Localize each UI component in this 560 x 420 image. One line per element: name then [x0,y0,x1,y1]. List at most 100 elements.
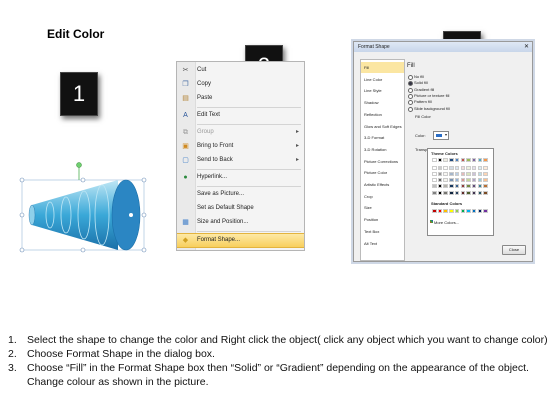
menu-item-paste[interactable]: ▤ Paste [177,92,304,105]
theme-color-swatch[interactable] [449,178,454,183]
standard-color-swatch[interactable] [454,209,460,213]
nav-item-text-box[interactable]: Text Box [361,226,404,237]
theme-color-swatch[interactable] [483,171,488,176]
menu-item-edit-text[interactable]: A Edit Text [177,109,304,122]
nav-item-position[interactable]: Position [361,214,404,225]
nav-item-picture-corrections[interactable]: Picture Corrections [361,156,404,167]
theme-color-swatch[interactable] [471,171,477,176]
theme-color-swatch[interactable] [483,158,488,162]
theme-color-swatch[interactable] [471,190,477,195]
nav-item-3-d-rotation[interactable]: 3-D Rotation [361,144,404,155]
nav-item-line-color[interactable]: Line Color [361,74,404,85]
fill-option-no-fill[interactable]: No fill [408,74,508,80]
theme-color-swatch[interactable] [477,184,483,189]
theme-color-swatch[interactable] [466,158,471,162]
standard-color-swatch[interactable] [443,209,448,213]
menu-item-bring-to-front[interactable]: ▣ Bring to Front ▸ [177,140,304,153]
color-picker-button[interactable]: ▾ [433,131,449,140]
theme-color-swatch[interactable] [443,165,448,170]
fill-option-gradient-fill[interactable]: Gradient fill [408,87,508,93]
theme-color-swatch[interactable] [432,171,437,176]
theme-color-swatch[interactable] [466,190,471,195]
theme-color-swatch[interactable] [443,190,448,195]
menu-item-save-as-picture[interactable]: Save as Picture... [177,188,304,201]
standard-color-swatch[interactable] [483,209,488,213]
menu-item-send-to-back[interactable]: ▢ Send to Back ▸ [177,154,304,167]
nav-item-size[interactable]: Size [361,202,404,213]
theme-color-swatch[interactable] [454,158,460,162]
theme-color-swatch[interactable] [443,178,448,183]
funnel-shape[interactable] [18,160,163,265]
theme-color-swatch[interactable] [454,165,460,170]
theme-color-swatch[interactable] [443,158,448,162]
nav-item-reflection[interactable]: Reflection [361,109,404,120]
nav-item-line-style[interactable]: Line Style [361,85,404,96]
theme-color-swatch[interactable] [483,184,488,189]
fill-option-solid-fill[interactable]: Solid fill [408,80,508,87]
theme-color-swatch[interactable] [437,178,443,183]
nav-item-shadow[interactable]: Shadow [361,97,404,108]
theme-color-swatch[interactable] [466,171,471,176]
theme-color-swatch[interactable] [477,158,483,162]
nav-item-3-d-format[interactable]: 3-D Format [361,132,404,143]
theme-color-swatch[interactable] [437,165,443,170]
menu-item-hyperlink[interactable]: ● Hyperlink... [177,171,304,184]
standard-color-swatch[interactable] [471,209,477,213]
standard-color-swatch[interactable] [432,209,437,213]
standard-color-swatch[interactable] [460,209,465,213]
theme-color-swatch[interactable] [437,184,443,189]
theme-color-swatch[interactable] [460,158,465,162]
theme-color-swatch[interactable] [449,165,454,170]
theme-color-swatch[interactable] [432,178,437,183]
theme-color-swatch[interactable] [449,158,454,162]
theme-color-swatch[interactable] [454,190,460,195]
theme-color-swatch[interactable] [477,190,483,195]
standard-color-swatch[interactable] [449,209,454,213]
standard-color-swatch[interactable] [466,209,471,213]
theme-color-swatch[interactable] [460,165,465,170]
theme-color-swatch[interactable] [471,184,477,189]
theme-color-swatch[interactable] [449,190,454,195]
more-colors-link[interactable]: More Colors... [434,220,459,225]
theme-color-swatch[interactable] [483,190,488,195]
standard-color-swatch[interactable] [437,209,443,213]
nav-item-fill[interactable]: Fill [361,62,404,73]
theme-color-swatch[interactable] [466,184,471,189]
theme-color-swatch[interactable] [483,178,488,183]
close-icon[interactable]: ✕ [524,43,529,50]
theme-color-swatch[interactable] [432,184,437,189]
nav-item-alt-text[interactable]: Alt Text [361,238,404,249]
theme-color-swatch[interactable] [466,165,471,170]
theme-color-swatch[interactable] [477,171,483,176]
theme-color-swatch[interactable] [449,171,454,176]
theme-color-swatch[interactable] [477,165,483,170]
theme-color-swatch[interactable] [454,178,460,183]
menu-item-copy[interactable]: ❐ Copy [177,78,304,91]
theme-color-swatch[interactable] [466,178,471,183]
theme-color-swatch[interactable] [454,184,460,189]
theme-color-swatch[interactable] [471,158,477,162]
theme-color-swatch[interactable] [449,184,454,189]
theme-color-swatch[interactable] [432,165,437,170]
theme-color-swatch[interactable] [432,158,437,162]
theme-color-swatch[interactable] [437,190,443,195]
menu-item-cut[interactable]: ✂ Cut [177,64,304,77]
fill-option-pattern-fill[interactable]: Pattern fill [408,99,508,106]
nav-item-crop[interactable]: Crop [361,191,404,202]
standard-color-swatch[interactable] [477,209,483,213]
theme-color-swatch[interactable] [471,178,477,183]
theme-color-swatch[interactable] [454,171,460,176]
nav-item-glow-and-soft-edges[interactable]: Glow and Soft Edges [361,121,404,132]
fill-option-picture-or-texture-fill[interactable]: Picture or texture fill [408,93,508,99]
menu-item-set-as-default-shape[interactable]: Set as Default Shape [177,202,304,215]
close-button[interactable]: Close [502,245,526,255]
theme-color-swatch[interactable] [460,178,465,183]
theme-color-swatch[interactable] [460,184,465,189]
fill-option-slide-background-fill[interactable]: Slide background fill [408,106,508,112]
theme-color-swatch[interactable] [477,178,483,183]
nav-item-picture-color[interactable]: Picture Color [361,167,404,178]
menu-item-format-shape[interactable]: ◆ Format Shape... [177,233,304,248]
theme-color-swatch[interactable] [443,184,448,189]
theme-color-swatch[interactable] [443,171,448,176]
theme-color-swatch[interactable] [432,190,437,195]
